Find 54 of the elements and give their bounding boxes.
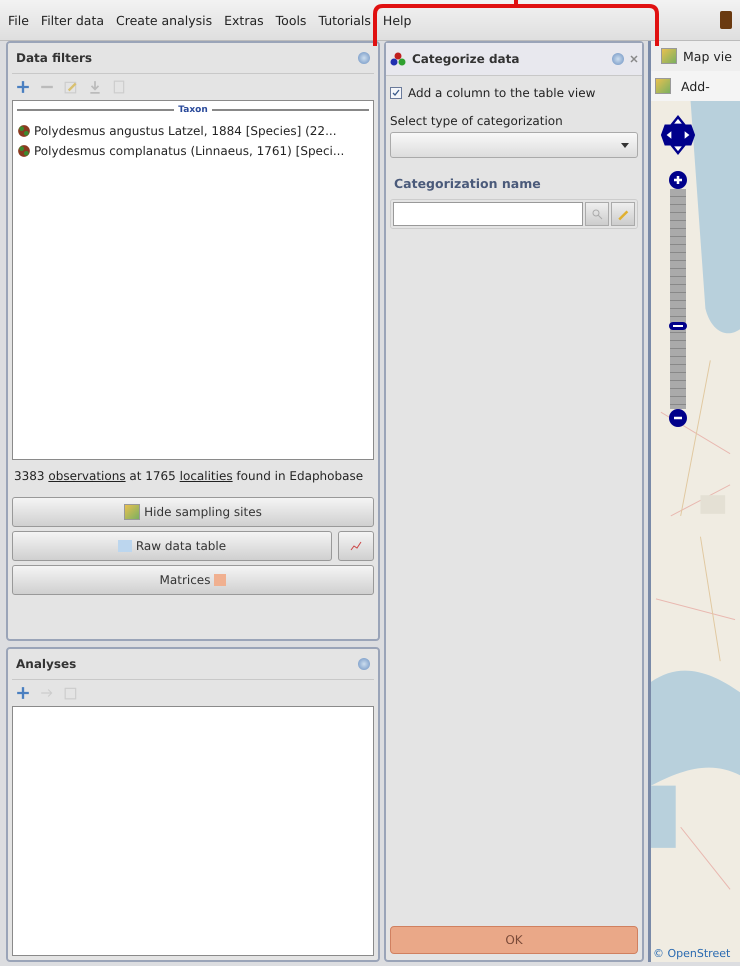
- summary-text: 3383 observations at 1765 localities found in Edaphobase: [14, 468, 364, 485]
- help-icon[interactable]: [358, 52, 370, 64]
- zoom-in-icon[interactable]: [669, 171, 687, 189]
- panel-tab[interactable]: Categorize data: [386, 43, 642, 76]
- menu-item[interactable]: Help: [382, 12, 412, 28]
- bug-icon: [17, 144, 31, 158]
- group-header: Taxon: [178, 105, 208, 115]
- summary-link[interactable]: localities: [180, 469, 233, 483]
- taxon-item[interactable]: Polydesmus complanatus (Linnaeus, 1761) [Speci...: [17, 141, 369, 161]
- help-icon[interactable]: [358, 658, 370, 670]
- bug-icon: [17, 124, 31, 138]
- menu-item[interactable]: Filter data: [40, 12, 104, 28]
- pencil-icon[interactable]: [611, 202, 635, 226]
- edit-icon[interactable]: [64, 686, 78, 700]
- help-icon[interactable]: [612, 53, 624, 65]
- edit-icon[interactable]: [64, 80, 78, 94]
- raw-data-table-button[interactable]: Raw data table: [12, 531, 332, 561]
- zoom-out-icon[interactable]: [669, 409, 687, 427]
- summary-link[interactable]: observations: [48, 469, 126, 483]
- attribution-text[interactable]: © OpenStreet: [653, 947, 730, 960]
- caret-icon: [621, 142, 629, 148]
- add-icon[interactable]: [16, 80, 30, 94]
- toolbar-button[interactable]: Add-: [679, 78, 712, 94]
- taxon-item[interactable]: Polydesmus angustus Latzel, 1884 [Species] (22...: [17, 121, 369, 141]
- zoom-slider[interactable]: [669, 171, 687, 427]
- field-label: Select type of categorization: [390, 114, 564, 128]
- line-chart-icon: [350, 540, 362, 552]
- chart-button[interactable]: [338, 531, 374, 561]
- hide-sampling-sites-button[interactable]: Hide sampling sites: [12, 497, 374, 527]
- categories-icon: [390, 52, 406, 66]
- menu-item[interactable]: Create analysis: [116, 12, 212, 28]
- document-icon[interactable]: [112, 80, 126, 94]
- map-tab[interactable]: Map vie: [651, 41, 740, 71]
- menu-item[interactable]: Tools: [276, 12, 306, 28]
- panel-title: Analyses: [16, 657, 76, 671]
- menu-item[interactable]: Tutorials: [318, 12, 371, 28]
- close-icon[interactable]: [630, 55, 638, 63]
- name-field[interactable]: [393, 202, 583, 226]
- layers-icon[interactable]: [655, 78, 671, 94]
- add-icon[interactable]: [16, 686, 30, 700]
- slider-thumb[interactable]: [669, 322, 687, 330]
- panel-title: Data filters: [16, 51, 92, 65]
- add-column-checkbox[interactable]: Add a column to the table view: [390, 86, 638, 100]
- search-icon[interactable]: [585, 202, 609, 226]
- matrices-button[interactable]: Matrices: [12, 565, 374, 595]
- checkmark-icon: [392, 89, 400, 97]
- section-title: Categorization name: [394, 176, 542, 191]
- app-icon: [720, 11, 732, 29]
- pan-control-icon[interactable]: [659, 113, 697, 157]
- menu-item[interactable]: File: [8, 12, 29, 28]
- menu-item[interactable]: Extras: [224, 12, 264, 28]
- download-icon[interactable]: [88, 80, 102, 94]
- categorization-type-dropdown[interactable]: [390, 132, 638, 158]
- panel-title: Categorize data: [412, 52, 520, 66]
